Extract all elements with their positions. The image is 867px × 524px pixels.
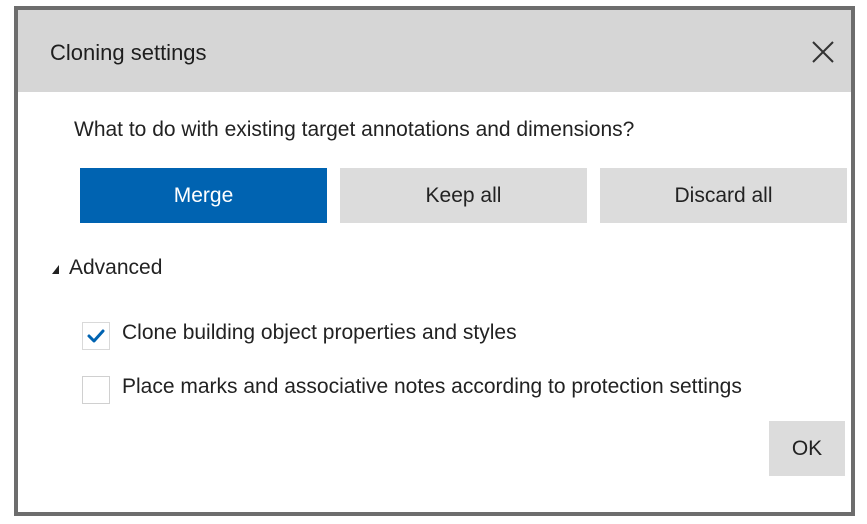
cloning-settings-dialog: Cloning settings What to do with existin… [14,6,855,516]
clone-properties-label: Clone building object properties and sty… [122,321,517,344]
place-marks-option[interactable]: Place marks and associative notes accord… [82,372,802,404]
clone-properties-checkbox[interactable] [82,322,110,350]
keep-all-button[interactable]: Keep all [340,168,587,223]
advanced-expander[interactable]: Advanced [52,256,162,280]
ok-button[interactable]: OK [769,421,845,476]
dialog-title: Cloning settings [50,40,207,65]
place-marks-checkbox[interactable] [82,376,110,404]
close-icon [812,41,834,63]
discard-all-button[interactable]: Discard all [600,168,847,223]
question-text: What to do with existing target annotati… [74,118,635,141]
close-button[interactable] [801,30,845,74]
place-marks-label: Place marks and associative notes accord… [122,375,742,398]
clone-properties-option[interactable]: Clone building object properties and sty… [82,318,517,350]
checkmark-icon [87,329,105,343]
merge-button[interactable]: Merge [80,168,327,223]
dialog-body: What to do with existing target annotati… [18,92,851,512]
title-bar: Cloning settings [18,10,851,92]
advanced-label: Advanced [69,256,163,279]
collapse-triangle-icon [52,264,59,274]
